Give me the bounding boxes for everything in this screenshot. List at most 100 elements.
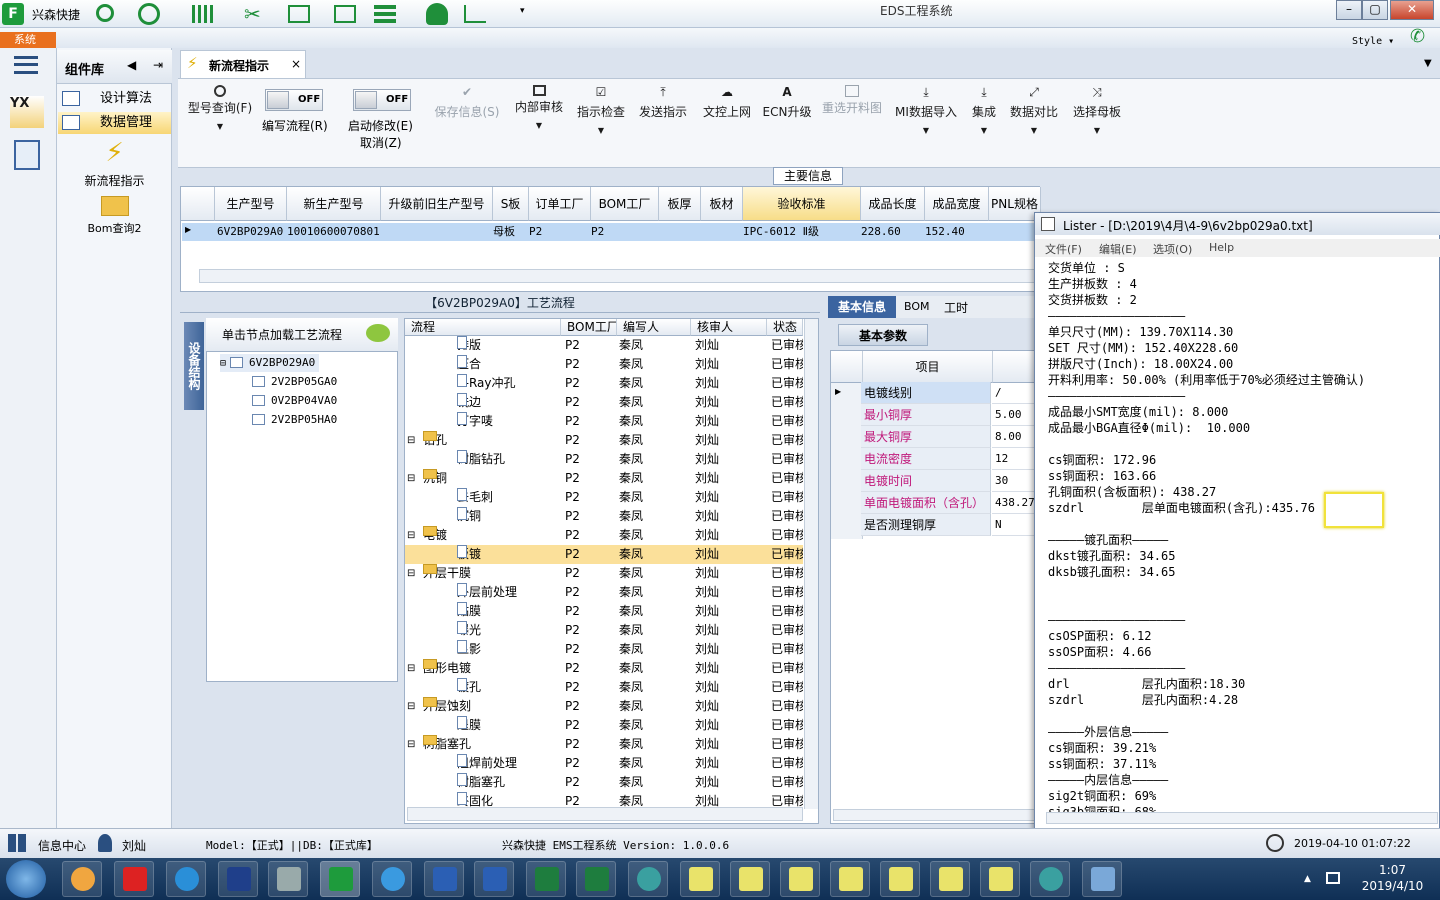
taskbar-app[interactable] <box>680 861 720 897</box>
taskbar-ie[interactable] <box>166 861 206 897</box>
cell[interactable]: 6V2BP029A0 <box>217 223 283 241</box>
tab-basic-params[interactable]: 基本参数 <box>838 324 928 346</box>
table-row[interactable]: 树脂塞孔 P2 秦凤 刘灿 已审核 <box>405 773 803 792</box>
param-value[interactable]: N <box>992 514 1036 536</box>
cell[interactable]: P2 <box>591 223 604 241</box>
reselect-cutting-map-button[interactable]: 重选开料图 <box>820 85 884 155</box>
table-row[interactable]: 板镀 P2 秦凤 刘灿 已审核 <box>405 545 803 564</box>
taskbar-clock[interactable]: 1:07 2019/4/10 <box>1345 862 1440 894</box>
param-name[interactable]: 电镀时间 <box>861 470 991 492</box>
taskbar-app[interactable] <box>1082 861 1122 897</box>
taskbar-app[interactable] <box>62 861 102 897</box>
grid-icon[interactable] <box>192 5 214 23</box>
col-header[interactable]: BOM工厂 <box>591 187 659 221</box>
table-row[interactable]: ⊟ 树脂塞孔 P2 秦凤 刘灿 已审核 <box>405 735 803 754</box>
taskbar-app[interactable] <box>114 861 154 897</box>
param-name[interactable]: 电镀线别 <box>861 382 991 404</box>
param-value[interactable]: / <box>992 382 1036 404</box>
col-header[interactable]: 板材 <box>701 187 743 221</box>
col-header[interactable]: 项目 <box>863 351 993 383</box>
collapse-icon[interactable]: ⊟ <box>407 431 415 450</box>
integrate-button[interactable]: ⤓ 集成 ▼ <box>968 85 1000 155</box>
table-row[interactable]: ⊟ 外层蚀刻 P2 秦凤 刘灿 已审核 <box>405 697 803 716</box>
phone-icon[interactable]: ✆ <box>1410 26 1430 47</box>
param-value[interactable]: 8.00 <box>992 426 1036 448</box>
lister-menu-edit[interactable]: 编辑(E) <box>1099 241 1137 257</box>
globe-icon[interactable] <box>138 3 160 25</box>
col-header[interactable] <box>993 351 1039 383</box>
horizontal-scrollbar[interactable] <box>833 809 1037 821</box>
search-icon[interactable] <box>96 4 114 22</box>
lister-title-bar[interactable]: Lister - [D:\2019\4月\4-9\6v2bp029a0.txt] <box>1035 213 1440 235</box>
tray-expand-icon[interactable]: ▲ <box>1304 874 1311 884</box>
pin-icon[interactable]: ⇥ <box>153 58 163 72</box>
col-header[interactable]: 新生产型号 <box>287 187 381 221</box>
model-query-button[interactable]: 型号查询(F) ▼ <box>184 85 256 155</box>
param-name[interactable]: 单面电镀面积（含孔） <box>861 492 991 514</box>
table-row[interactable]: 终固化 P2 秦凤 刘灿 已审核 <box>405 792 803 811</box>
data-compare-button[interactable]: ⤢ 数据对比 ▼ <box>1008 85 1060 155</box>
windows-grid-icon[interactable] <box>8 834 28 852</box>
taskbar-app[interactable] <box>780 861 820 897</box>
col-header[interactable]: 生产型号 <box>215 187 287 221</box>
copy-icon[interactable] <box>334 5 356 23</box>
send-instruction-button[interactable]: ⤒ 发送指示 <box>636 85 690 155</box>
grid-corner[interactable] <box>831 351 863 383</box>
tab-close-icon[interactable]: × <box>291 57 301 71</box>
col-header[interactable]: 成品长度 <box>861 187 925 221</box>
table-row[interactable]: ⊟ 图形电镀 P2 秦凤 刘灿 已审核 <box>405 659 803 678</box>
taskbar-eds[interactable] <box>320 861 360 897</box>
col-header[interactable]: 编写人 <box>617 319 691 336</box>
table-row[interactable]: 排版 P2 秦凤 刘灿 已审核 <box>405 336 803 350</box>
collapse-icon[interactable]: ⊟ <box>407 564 415 583</box>
collapse-icon[interactable]: ⊟ <box>407 469 415 488</box>
minimize-button[interactable]: – <box>1336 0 1362 20</box>
tab-new-flow[interactable]: ⚡ 新流程指示 × <box>180 50 306 78</box>
collapse-icon[interactable]: ⊟ <box>407 697 415 716</box>
user-icon[interactable] <box>426 3 448 25</box>
param-value[interactable]: 12 <box>992 448 1036 470</box>
taskbar-app[interactable] <box>218 861 258 897</box>
menu-icon[interactable] <box>14 56 38 74</box>
tab-basic-info[interactable]: 基本信息 <box>828 296 896 318</box>
select-motherboard-button[interactable]: ⤨ 选择母板 ▼ <box>1070 85 1124 155</box>
col-header[interactable]: BOM工厂 <box>561 319 617 336</box>
network-icon[interactable] <box>1326 872 1340 884</box>
taskbar-app[interactable] <box>268 861 308 897</box>
table-row[interactable]: ⊟ 电镀 P2 秦凤 刘灿 已审核 <box>405 526 803 545</box>
instruction-check-button[interactable]: ☑ 指示检查 ▼ <box>574 85 628 155</box>
yx-logo-icon[interactable]: YX <box>10 96 44 128</box>
col-header[interactable]: 验收标准 <box>743 187 861 221</box>
table-row[interactable]: 铣边 P2 秦凤 刘灿 已审核 <box>405 393 803 412</box>
cell[interactable]: 152.40 <box>925 223 965 241</box>
taskbar-app[interactable] <box>730 861 770 897</box>
comp-big-item-new-flow[interactable]: ⚡ 新流程指示 <box>58 136 171 188</box>
calculator-icon[interactable] <box>14 140 40 170</box>
taskbar-excel[interactable] <box>576 861 616 897</box>
table-row[interactable]: X-Ray冲孔 P2 秦凤 刘灿 已审核 <box>405 374 803 393</box>
col-header[interactable]: 升级前旧生产型号 <box>381 187 493 221</box>
table-row[interactable]: 镀孔 P2 秦凤 刘灿 已审核 <box>405 678 803 697</box>
table-row[interactable]: 退膜 P2 秦凤 刘灿 已审核 <box>405 716 803 735</box>
param-value[interactable]: 30 <box>992 470 1036 492</box>
taskbar-app[interactable] <box>930 861 970 897</box>
param-name[interactable]: 最小铜厚 <box>861 404 991 426</box>
table-row[interactable]: 打字唛 P2 秦凤 刘灿 已审核 <box>405 412 803 431</box>
taskbar-word[interactable] <box>474 861 514 897</box>
speech-bubble-icon[interactable] <box>366 324 390 342</box>
param-value[interactable]: 438.27 <box>992 492 1036 514</box>
col-header[interactable]: 订单工厂 <box>529 187 591 221</box>
app-logo-icon[interactable]: F <box>2 3 24 25</box>
write-flow-toggle[interactable]: OFF <box>265 89 323 111</box>
table-row[interactable]: ⊟ 沉铜 P2 秦凤 刘灿 已审核 <box>405 469 803 488</box>
taskbar-word[interactable] <box>424 861 464 897</box>
vertical-scrollbar[interactable] <box>804 319 818 809</box>
doc-control-online-button[interactable]: ☁ 文控上网 <box>698 85 756 155</box>
horizontal-scrollbar[interactable] <box>1046 812 1438 824</box>
table-row[interactable]: 外层前处理 P2 秦凤 刘灿 已审核 <box>405 583 803 602</box>
table-row[interactable]: 贴膜 P2 秦凤 刘灿 已审核 <box>405 602 803 621</box>
cell[interactable]: 母板 <box>493 223 515 241</box>
lister-menu-file[interactable]: 文件(F) <box>1045 241 1082 257</box>
col-header[interactable]: 状态 <box>767 319 803 336</box>
col-header[interactable]: 核审人 <box>691 319 767 336</box>
